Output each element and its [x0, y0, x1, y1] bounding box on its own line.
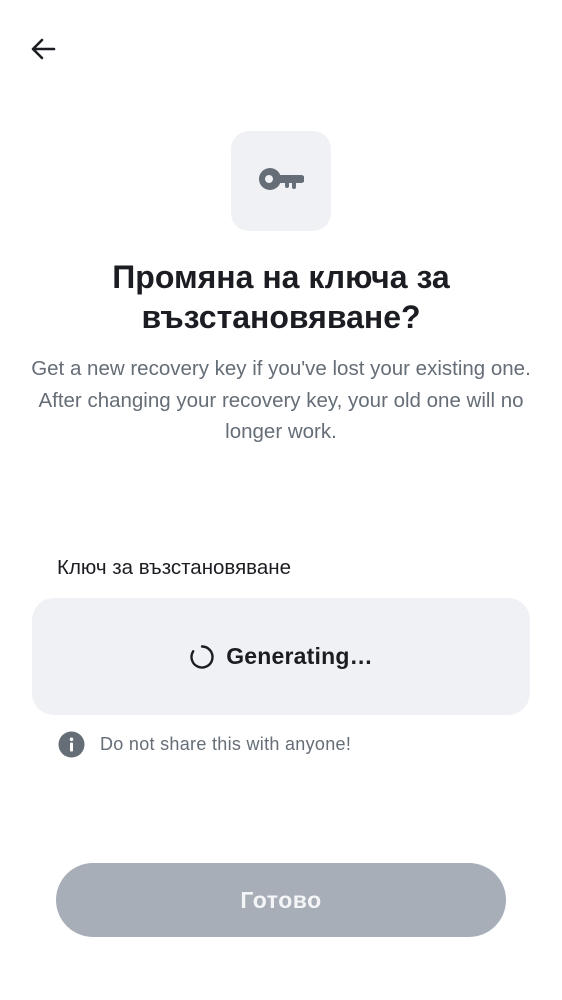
spinner-icon — [189, 644, 215, 670]
page-title: Промяна на ключа за възстановяване? — [112, 259, 450, 335]
key-icon-tile — [231, 131, 331, 231]
security-hint: Do not share this with anyone! — [58, 730, 351, 758]
generating-status: Generating… — [226, 643, 373, 669]
hint-text: Do not share this with anyone! — [100, 733, 352, 754]
done-button[interactable]: Готово — [56, 863, 506, 937]
recovery-key-label: Ключ за възстановяване — [57, 556, 291, 579]
back-button[interactable] — [24, 32, 62, 70]
key-icon — [258, 165, 305, 198]
arrow-left-icon — [30, 38, 56, 65]
info-icon — [58, 731, 85, 758]
page-description: Get a new recovery key if you've lost yo… — [31, 357, 531, 443]
recovery-key-box: Generating… — [32, 598, 530, 715]
